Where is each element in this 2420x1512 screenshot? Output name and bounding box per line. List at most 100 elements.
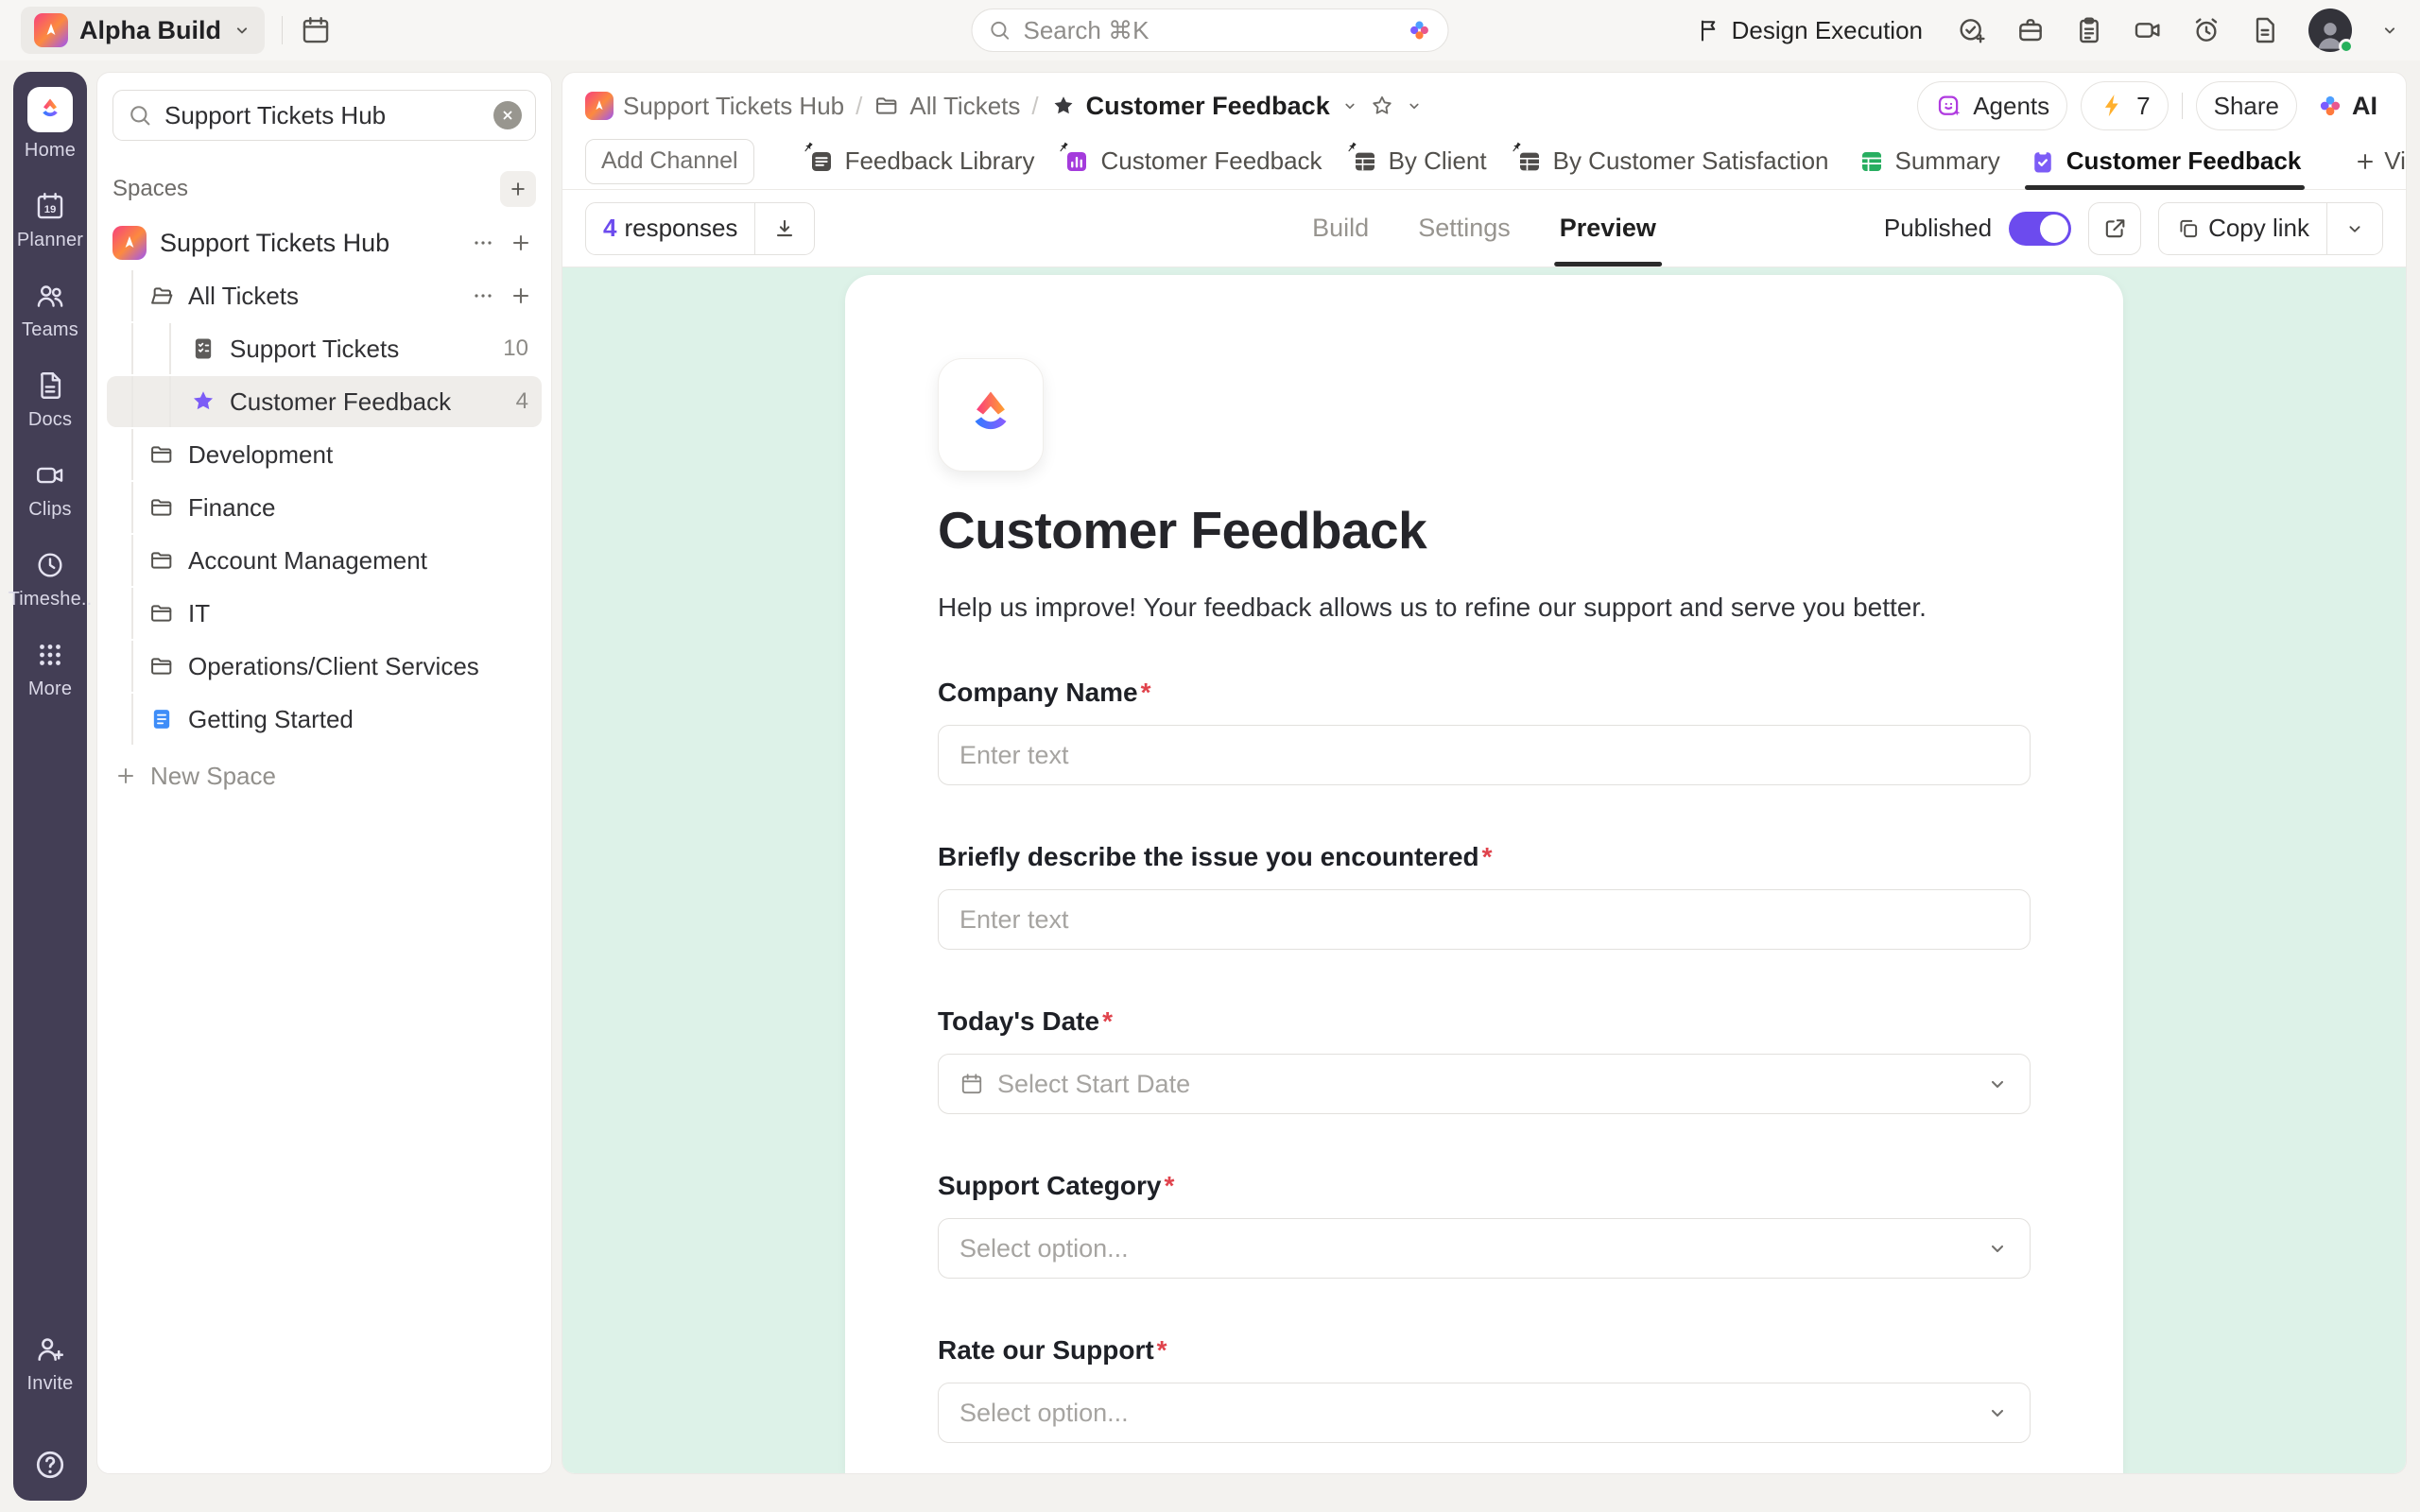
chevron-down-icon — [2344, 218, 2365, 239]
export-responses-button[interactable] — [754, 202, 814, 254]
ai-button[interactable]: AI — [2310, 92, 2383, 121]
breadcrumb-folder[interactable]: All Tickets — [873, 92, 1020, 121]
rail-item-home[interactable]: Home — [9, 87, 93, 162]
alarm-clock-icon[interactable] — [2191, 15, 2221, 45]
channel-tab-by-client[interactable]: By Client — [1348, 133, 1487, 189]
copy-link-button[interactable]: Copy link — [2159, 203, 2326, 254]
status-flag[interactable]: Design Execution — [1696, 16, 1923, 45]
published-toggle[interactable] — [2009, 211, 2072, 246]
sidebar-item-getting-started[interactable]: Getting Started — [107, 694, 542, 745]
sidebar-item-operations-client-services[interactable]: Operations/Client Services — [107, 641, 542, 692]
workspace-avatar — [34, 13, 68, 47]
channel-tab-label: Customer Feedback — [2066, 146, 2302, 175]
open-form-button[interactable] — [2088, 201, 2142, 255]
global-search[interactable] — [971, 9, 1449, 52]
search-input[interactable] — [1023, 15, 1395, 45]
chevron-down-icon[interactable] — [1341, 97, 1358, 114]
select-placeholder: Select option... — [959, 1398, 1129, 1427]
channel-tab-customer-feedback[interactable]: Customer Feedback — [2024, 133, 2305, 190]
favorite-star-icon[interactable] — [1370, 94, 1394, 118]
calendar-icon — [959, 1072, 984, 1096]
svg-text:19: 19 — [44, 204, 57, 215]
text-input-field[interactable] — [959, 904, 2009, 935]
notepad-icon[interactable] — [2074, 15, 2104, 45]
rail-item-clips[interactable]: Clips — [9, 459, 93, 521]
chevron-down-icon — [1986, 1073, 2009, 1095]
sidebar-search[interactable] — [112, 90, 536, 141]
text-input[interactable] — [938, 725, 2031, 785]
rail-item-more[interactable]: More — [9, 639, 93, 700]
channel-tab-summary[interactable]: Summary — [1858, 133, 2000, 189]
ellipsis-icon[interactable] — [472, 232, 494, 254]
form-mode-tabs: Build Settings Preview — [1312, 190, 1662, 266]
add-channel-button[interactable]: Add Channel — [585, 138, 754, 184]
text-input[interactable] — [938, 889, 2031, 950]
sidebar-search-input[interactable] — [164, 100, 482, 130]
mode-tab-preview[interactable]: Preview — [1553, 190, 1662, 266]
calendar-19-icon: 19 — [34, 190, 66, 222]
breadcrumb-current[interactable]: Customer Feedback — [1050, 92, 1330, 121]
add-view-button[interactable]: View — [2354, 146, 2406, 176]
clear-search-button[interactable] — [493, 101, 522, 129]
sidebar-item-support-tickets[interactable]: Support Tickets 10 — [107, 323, 542, 374]
rail-item-docs[interactable]: Docs — [9, 369, 93, 431]
select-dropdown[interactable]: Select option... — [938, 1218, 2031, 1279]
rail-label-docs: Docs — [27, 409, 73, 430]
boost-button[interactable]: 7 — [2081, 81, 2169, 130]
plus-icon[interactable] — [510, 284, 532, 307]
chevron-down-icon[interactable] — [2380, 21, 2399, 40]
sidebar-item-development[interactable]: Development — [107, 429, 542, 480]
sidebar-item-all-tickets[interactable]: All Tickets — [107, 270, 542, 321]
sidebar-item-support-tickets-hub[interactable]: Support Tickets Hub — [107, 217, 542, 268]
tree-guide-line — [131, 641, 133, 692]
clips-icon — [34, 459, 66, 491]
channel-tab-customer-feedback[interactable]: Customer Feedback — [1060, 133, 1322, 189]
ellipsis-icon[interactable] — [472, 284, 494, 307]
mode-tab-build[interactable]: Build — [1312, 190, 1369, 266]
ai-clover-icon[interactable] — [1407, 17, 1433, 43]
share-label: Share — [2213, 91, 2279, 120]
rail-item-invite[interactable]: Invite — [26, 1333, 73, 1395]
agents-button[interactable]: Agents — [1917, 81, 2068, 130]
todo-icon[interactable] — [1957, 15, 1987, 45]
chevron-down-icon[interactable] — [1406, 97, 1423, 114]
briefcase-icon[interactable] — [2015, 15, 2046, 45]
rail-label-teams: Teams — [22, 319, 78, 340]
rail-label-more: More — [27, 679, 73, 699]
user-avatar[interactable] — [2308, 9, 2354, 54]
form-field-company-name: Company Name * — [938, 678, 2031, 785]
clips-icon[interactable] — [2133, 15, 2163, 45]
doc-blue-icon — [148, 706, 175, 732]
responses-button[interactable]: 4 responses — [586, 203, 754, 254]
responses-button-group: 4 responses — [585, 201, 816, 255]
channel-tab-label: Feedback Library — [844, 146, 1035, 175]
select-dropdown[interactable]: Select option... — [938, 1383, 2031, 1443]
tree-guide-line — [169, 376, 171, 427]
rail-item-timesheets[interactable]: Timeshe.. — [9, 549, 93, 610]
calendar-icon[interactable] — [300, 14, 332, 46]
date-picker[interactable]: Select Start Date — [938, 1054, 2031, 1114]
channel-tab-feedback-library[interactable]: Feedback Library — [804, 133, 1035, 189]
help-icon[interactable] — [33, 1448, 67, 1482]
publish-controls: Published Copy link — [1884, 201, 2383, 255]
status-flag-label: Design Execution — [1731, 15, 1923, 44]
add-space-button[interactable] — [500, 171, 536, 207]
copy-link-menu-button[interactable] — [2326, 202, 2382, 254]
text-input-field[interactable] — [959, 740, 2009, 770]
channel-tab-by-customer-satisfaction[interactable]: By Customer Satisfaction — [1512, 133, 1829, 189]
mode-tab-settings[interactable]: Settings — [1418, 190, 1511, 266]
document-icon[interactable] — [2250, 15, 2280, 45]
sidebar-item-finance[interactable]: Finance — [107, 482, 542, 533]
plus-icon[interactable] — [510, 232, 532, 254]
share-button[interactable]: Share — [2195, 81, 2297, 130]
form-toolbar: 4 responses Build Settings Preview Publish… — [562, 190, 2406, 267]
boost-count: 7 — [2136, 91, 2151, 120]
sidebar-item-it[interactable]: IT — [107, 588, 542, 639]
breadcrumb-space[interactable]: Support Tickets Hub — [585, 92, 844, 121]
sidebar-item-account-management[interactable]: Account Management — [107, 535, 542, 586]
rail-item-teams[interactable]: Teams — [9, 280, 93, 341]
workspace-switcher[interactable]: Alpha Build — [21, 7, 265, 54]
new-space-button[interactable]: New Space — [107, 749, 542, 802]
rail-item-planner[interactable]: 19 Planner — [9, 190, 93, 251]
sidebar-item-customer-feedback[interactable]: Customer Feedback 4 — [107, 376, 542, 427]
